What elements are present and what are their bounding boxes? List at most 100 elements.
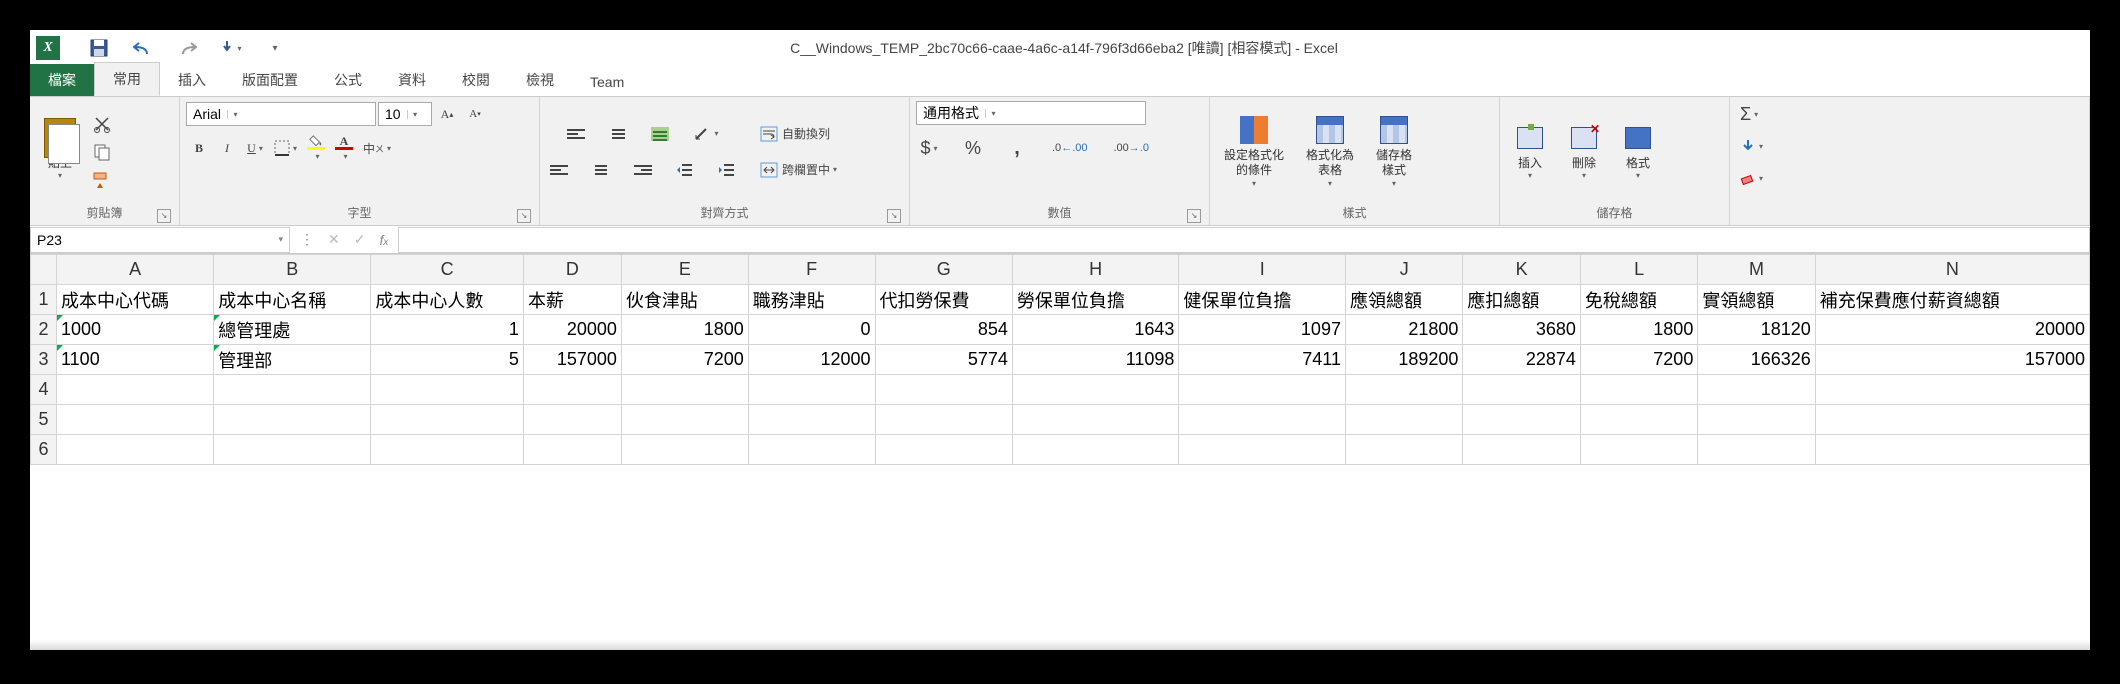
decrease-decimal-button[interactable]: .00→.0 [1109,135,1152,161]
orientation-button[interactable] [689,121,722,147]
accounting-format-button[interactable]: $ [916,135,942,161]
cell[interactable] [1012,375,1179,405]
col-header-I[interactable]: I [1179,255,1346,285]
cell[interactable]: 21800 [1345,315,1462,345]
select-all-corner[interactable] [31,255,57,285]
tab-view[interactable]: 檢視 [508,64,572,96]
col-header-C[interactable]: C [371,255,524,285]
cell[interactable]: 1800 [621,315,748,345]
align-left-button[interactable] [546,157,572,183]
cell[interactable] [748,435,875,465]
cell[interactable]: 1643 [1012,315,1179,345]
cell[interactable] [621,435,748,465]
cell[interactable] [1698,375,1815,405]
cell[interactable]: 應扣總額 [1463,285,1580,315]
align-right-button[interactable] [630,157,656,183]
number-format-combo[interactable]: 通用格式▾ [916,101,1146,125]
cell[interactable]: 189200 [1345,345,1462,375]
copy-button[interactable] [89,139,115,165]
fx-button[interactable]: fx [379,232,388,248]
align-top-button[interactable] [563,121,589,147]
cell[interactable]: 1800 [1580,315,1697,345]
cell[interactable]: 854 [875,315,1012,345]
col-header-N[interactable]: N [1815,255,2089,285]
font-color-button[interactable]: A [331,135,357,161]
delete-cells-button[interactable]: 刪除 ▾ [1560,118,1608,186]
fill-button[interactable] [1736,133,1767,159]
tab-team[interactable]: Team [572,68,642,96]
col-header-J[interactable]: J [1345,255,1462,285]
cell[interactable]: 3680 [1463,315,1580,345]
cell[interactable]: 0 [748,315,875,345]
cell[interactable]: 12000 [748,345,875,375]
cell[interactable]: 總管理處 [214,315,371,345]
italic-button[interactable]: I [214,135,240,161]
cell[interactable] [875,375,1012,405]
wrap-text-button[interactable]: 自動換列 [756,121,834,147]
cell[interactable] [371,375,524,405]
border-button[interactable] [270,135,301,161]
cell[interactable]: 5 [371,345,524,375]
cell[interactable] [57,375,214,405]
cell[interactable]: 11098 [1012,345,1179,375]
cell[interactable]: 7200 [621,345,748,375]
tab-insert[interactable]: 插入 [160,64,224,96]
cell[interactable]: 應領總額 [1345,285,1462,315]
cell[interactable] [1815,375,2089,405]
cell[interactable] [57,435,214,465]
format-as-table-button[interactable]: 格式化為 表格 ▾ [1298,110,1362,194]
cell[interactable] [1012,405,1179,435]
insert-cells-button[interactable]: 插入 ▾ [1506,118,1554,186]
col-header-A[interactable]: A [57,255,214,285]
bold-button[interactable]: B [186,135,212,161]
cell[interactable]: 成本中心代碼 [57,285,214,315]
cell[interactable] [1012,435,1179,465]
customize-qat-button[interactable]: ▾ [260,34,290,62]
cell[interactable] [875,405,1012,435]
phonetic-button[interactable]: 中ㄨ [359,135,395,161]
alignment-launcher[interactable] [887,209,901,223]
row-header[interactable]: 1 [31,285,57,315]
cell[interactable]: 管理部 [214,345,371,375]
increase-indent-button[interactable] [714,157,740,183]
cell[interactable]: 免稅總額 [1580,285,1697,315]
formula-input[interactable] [398,227,2090,253]
font-launcher[interactable] [517,209,531,223]
comma-format-button[interactable]: , [1004,135,1030,161]
cell[interactable] [214,405,371,435]
touch-mode-button[interactable] [216,34,246,62]
tab-formulas[interactable]: 公式 [316,64,380,96]
cell[interactable] [1463,405,1580,435]
fb-dropdown-icon[interactable]: ⋮ [300,231,314,248]
cell[interactable] [523,405,621,435]
enter-formula-button[interactable]: ✓ [354,231,366,248]
percent-format-button[interactable]: % [960,135,986,161]
cell[interactable] [1179,375,1346,405]
cell[interactable]: 成本中心人數 [371,285,524,315]
decrease-indent-button[interactable] [672,157,698,183]
cell[interactable] [621,405,748,435]
row-header[interactable]: 2 [31,315,57,345]
row-header[interactable]: 6 [31,435,57,465]
cell[interactable]: 157000 [523,345,621,375]
cell[interactable] [748,405,875,435]
cell[interactable]: 5774 [875,345,1012,375]
redo-button[interactable] [172,34,202,62]
cut-button[interactable] [89,111,115,137]
underline-button[interactable]: U [242,135,268,161]
cell[interactable] [1345,405,1462,435]
cell[interactable]: 1000 [57,315,214,345]
decrease-font-button[interactable]: A▾ [462,101,488,127]
number-launcher[interactable] [1187,209,1201,223]
autosum-button[interactable]: Σ [1736,101,1762,127]
cell[interactable]: 20000 [523,315,621,345]
align-center-button[interactable] [588,157,614,183]
col-header-M[interactable]: M [1698,255,1815,285]
col-header-F[interactable]: F [748,255,875,285]
font-size-combo[interactable]: 10▾ [378,102,432,126]
cell[interactable]: 18120 [1698,315,1815,345]
cell[interactable] [523,375,621,405]
paste-button[interactable]: 貼上 ▾ [36,118,84,186]
cell[interactable] [1580,405,1697,435]
tab-data[interactable]: 資料 [380,64,444,96]
